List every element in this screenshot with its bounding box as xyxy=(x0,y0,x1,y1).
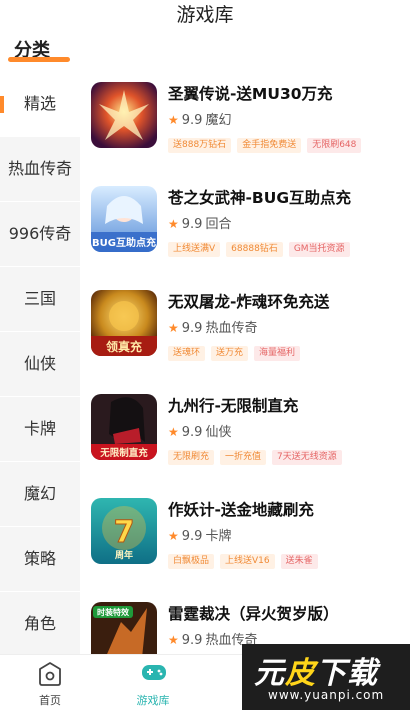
game-icon[interactable]: 7 周年 xyxy=(91,498,157,564)
gamepad-icon xyxy=(142,665,166,680)
star-icon: ★ xyxy=(168,217,179,231)
game-tag: 无限刷充 xyxy=(168,450,215,465)
game-tags: 送888万钻石 金手指免费送 无限刷648 xyxy=(168,132,367,153)
sidebar-item-legend[interactable]: 热血传奇 xyxy=(0,137,80,202)
game-item[interactable]: 领真充 无双屠龙-炸魂环免充送 ★ 9.9 热血传奇 送魂环 送万充 海量福利 xyxy=(80,280,410,384)
page-title: 游戏库 xyxy=(176,4,234,26)
game-rating: 9.9 xyxy=(181,321,203,336)
star-icon: ★ xyxy=(168,321,179,335)
sidebar-item-strategy[interactable]: 策略 xyxy=(0,527,80,592)
game-item[interactable]: 圣翼传说-送MU30万充 ★ 9.9 魔幻 送888万钻石 金手指免费送 无限刷648 xyxy=(80,72,410,176)
tab-home[interactable]: 首页 xyxy=(0,655,100,711)
game-list: 圣翼传说-送MU30万充 ★ 9.9 魔幻 送888万钻石 金手指免费送 无限刷648 … xyxy=(80,72,410,654)
game-meta: ★ 9.9 卡牌 xyxy=(168,525,231,544)
icon-label: 领真充 xyxy=(106,339,142,354)
game-tag: 送魂环 xyxy=(168,346,206,361)
sidebar-item-featured[interactable]: 精选 xyxy=(0,72,80,137)
game-title[interactable]: 圣翼传说-送MU30万充 xyxy=(168,82,333,104)
watermark-url: www.yuanpi.com xyxy=(268,688,385,702)
game-icon[interactable]: 时装特效 xyxy=(91,602,157,654)
game-meta: ★ 9.9 热血传奇 xyxy=(168,317,257,336)
game-item[interactable]: BUG互助点充 苍之女武神-BUG互助点充 ★ 9.9 回合 上线送满V 68888钻… xyxy=(80,176,410,280)
tab-label: 游戏库 xyxy=(136,694,170,707)
icon-label: 周年 xyxy=(115,549,133,561)
game-title[interactable]: 雷霆裁决（异火贺岁版） xyxy=(168,602,339,624)
sidebar-item-xianxia[interactable]: 仙侠 xyxy=(0,332,80,397)
game-tags: 无限刷充 一折充值 7天送无线资源 xyxy=(168,444,348,465)
game-tag: 上线送V16 xyxy=(220,554,275,569)
icon-label: 无限制直充 xyxy=(99,447,148,459)
home-icon xyxy=(39,662,61,686)
game-meta: ★ 9.9 回合 xyxy=(168,213,231,232)
game-title[interactable]: 九州行-无限制直充 xyxy=(168,394,298,416)
game-title[interactable]: 无双屠龙-炸魂环免充送 xyxy=(168,290,329,312)
sidebar-item-fantasy[interactable]: 魔幻 xyxy=(0,462,80,527)
game-rating: 9.9 xyxy=(181,217,203,232)
sidebar-item-card[interactable]: 卡牌 xyxy=(0,397,80,462)
game-tag: 送888万钻石 xyxy=(168,138,232,153)
game-tag: 送万充 xyxy=(211,346,249,361)
game-genre: 回合 xyxy=(205,217,232,232)
watermark-logo: 元皮下载 www.yuanpi.com xyxy=(242,644,410,710)
sidebar-item-996-legend[interactable]: 996传奇 xyxy=(0,202,80,267)
game-icon[interactable] xyxy=(91,82,157,148)
game-rating: 9.9 xyxy=(181,425,203,440)
game-genre: 仙侠 xyxy=(205,425,232,440)
game-meta: ★ 9.9 魔幻 xyxy=(168,109,231,128)
game-item[interactable]: 7 周年 作妖计-送金地藏刷充 ★ 9.9 卡牌 白飘极品 上线送V16 送朱雀 xyxy=(80,488,410,592)
game-meta: ★ 9.9 仙侠 xyxy=(168,421,231,440)
game-tags: 送魂环 送万充 海量福利 xyxy=(168,340,306,361)
star-icon: ★ xyxy=(168,113,179,127)
sidebar-item-rpg[interactable]: 角色 xyxy=(0,592,80,654)
game-tag: GM当托资源 xyxy=(288,242,350,257)
game-rating: 9.9 xyxy=(181,633,203,648)
game-rating: 9.9 xyxy=(181,113,203,128)
game-genre: 魔幻 xyxy=(205,113,232,128)
game-tag: 金手指免费送 xyxy=(237,138,302,153)
tab-game-library[interactable]: 游戏库 xyxy=(103,655,203,711)
star-icon: ★ xyxy=(168,529,179,543)
game-tag: 无限刷648 xyxy=(307,138,362,153)
game-tag: 7天送无线资源 xyxy=(272,450,342,465)
game-tag: 68888钻石 xyxy=(226,242,283,257)
game-tags: 上线送满V 68888钻石 GM当托资源 xyxy=(168,236,356,257)
watermark-text: 元皮下载 xyxy=(254,656,378,691)
icon-label: BUG互助点充 xyxy=(92,236,156,249)
tab-label: 首页 xyxy=(39,694,61,707)
game-title[interactable]: 作妖计-送金地藏刷充 xyxy=(168,498,314,520)
star-icon: ★ xyxy=(168,425,179,439)
game-tag: 白飘极品 xyxy=(168,554,215,569)
game-tags: 白飘极品 上线送V16 送朱雀 xyxy=(168,548,324,569)
game-item[interactable]: 无限制直充 九州行-无限制直充 ★ 9.9 仙侠 无限刷充 一折充值 7天送无线资源 xyxy=(80,384,410,488)
game-tag: 送朱雀 xyxy=(280,554,318,569)
game-tag: 一折充值 xyxy=(220,450,267,465)
game-tag: 上线送满V xyxy=(168,242,221,257)
game-genre: 卡牌 xyxy=(205,529,232,544)
game-icon[interactable]: 无限制直充 xyxy=(91,394,157,460)
game-rating: 9.9 xyxy=(181,529,203,544)
sidebar-item-three-kingdoms[interactable]: 三国 xyxy=(0,267,80,332)
icon-label: 时装特效 xyxy=(97,607,129,617)
category-sidebar: 精选 热血传奇 996传奇 三国 仙侠 卡牌 魔幻 策略 角色 xyxy=(0,72,80,654)
game-icon[interactable]: 领真充 xyxy=(91,290,157,356)
game-genre: 热血传奇 xyxy=(205,321,258,336)
category-underline xyxy=(8,57,70,62)
svg-text:7: 7 xyxy=(114,515,135,550)
game-icon[interactable]: BUG互助点充 xyxy=(91,186,157,252)
game-tag: 海量福利 xyxy=(254,346,301,361)
star-icon: ★ xyxy=(168,633,179,647)
game-title[interactable]: 苍之女武神-BUG互助点充 xyxy=(168,186,351,208)
